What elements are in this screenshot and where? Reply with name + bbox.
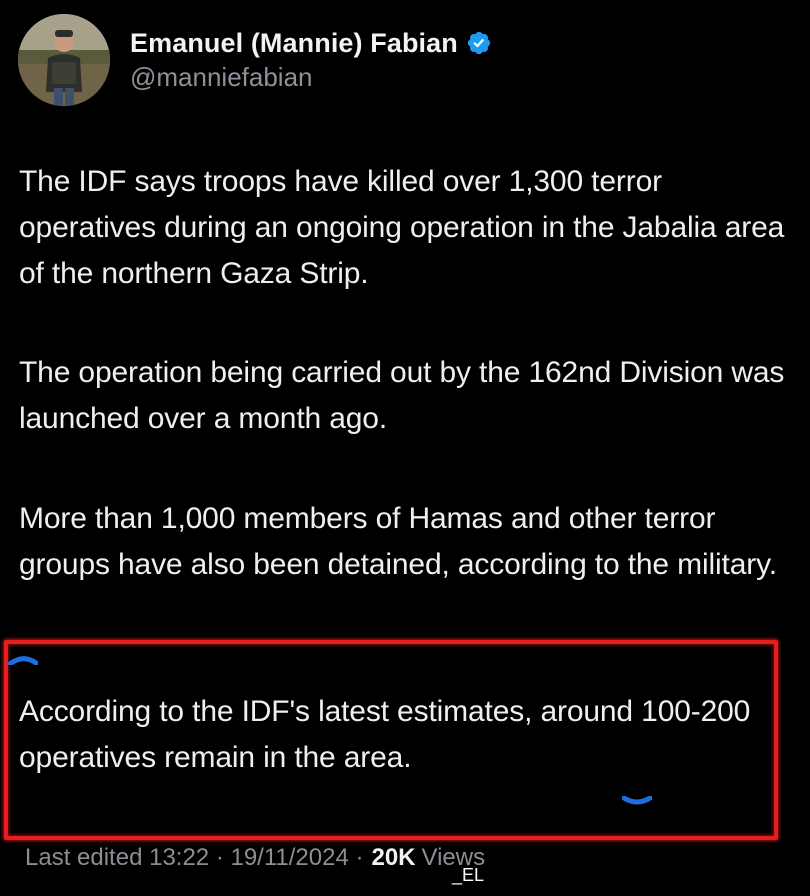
author-display-name[interactable]: Emanuel (Mannie) Fabian — [130, 28, 458, 59]
tweet-paragraph-2: The operation being carried out by the 1… — [19, 356, 785, 435]
tweet-header: Emanuel (Mannie) Fabian @manniefabian — [18, 14, 798, 106]
tweet-meta: Last edited 13:22 · 19/11/2024 · 20K Vie… — [25, 838, 485, 878]
avatar-photo-icon — [18, 14, 110, 106]
tweet-paragraph-1: The IDF says troops have killed over 1,3… — [19, 165, 785, 290]
blue-marker-stroke-icon — [622, 796, 652, 805]
watermark-text: _EL — [452, 864, 485, 885]
verified-badge-icon — [467, 31, 490, 55]
views-count: 20K — [371, 844, 416, 871]
blue-marker-stroke-icon — [8, 656, 38, 665]
watermark: _EL — [452, 862, 484, 888]
author-avatar[interactable] — [18, 14, 110, 106]
author-name-row[interactable]: Emanuel (Mannie) Fabian — [130, 26, 492, 60]
author-handle[interactable]: @manniefabian — [130, 62, 313, 93]
tweet-paragraph-4: According to the IDF's latest estimates,… — [19, 695, 751, 774]
tweet-paragraph-3: More than 1,000 members of Hamas and oth… — [19, 502, 777, 581]
edited-timestamp[interactable]: Last edited 13:22 · 19/11/2024 · — [25, 844, 363, 872]
